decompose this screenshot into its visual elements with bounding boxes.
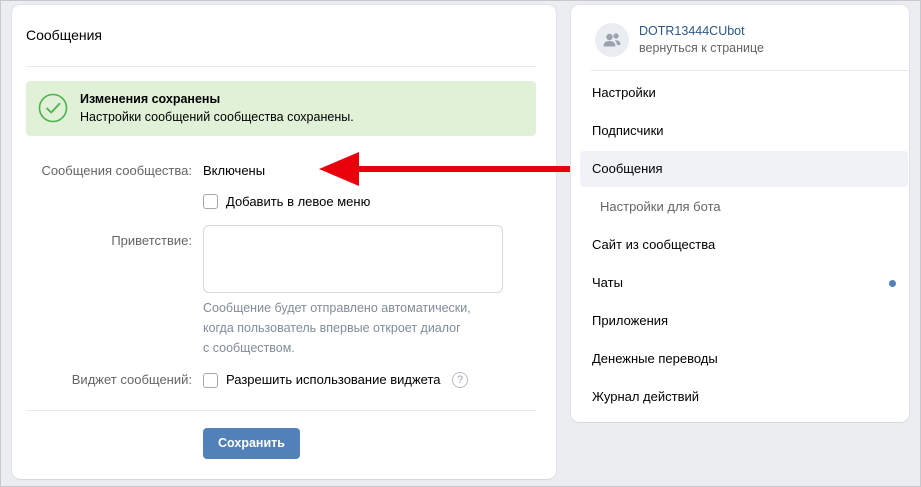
sidebar-item-action-log[interactable]: Журнал действий [580, 379, 908, 415]
unread-dot-icon [889, 280, 896, 287]
sidebar-item-subscribers[interactable]: Подписчики [580, 113, 908, 149]
divider [26, 410, 536, 411]
allow-widget-label[interactable]: Разрешить использование виджета [226, 372, 440, 387]
sidebar-item-label: Чаты [592, 275, 623, 290]
add-left-menu-checkbox[interactable] [203, 194, 218, 209]
greeting-label: Приветствие: [111, 233, 192, 248]
add-left-menu-label[interactable]: Добавить в левое меню [226, 194, 370, 209]
page-title: Сообщения [26, 27, 102, 43]
sidebar-item-settings[interactable]: Настройки [580, 75, 908, 111]
greeting-hint-line: с сообществом. [203, 341, 295, 355]
alert-text: Настройки сообщений сообщества сохранены… [80, 110, 354, 124]
sidebar-item-bot-settings[interactable]: Настройки для бота [580, 189, 908, 225]
alert-title: Изменения сохранены [80, 92, 221, 106]
sidebar-item-messages[interactable]: Сообщения [580, 151, 908, 187]
widget-label: Виджет сообщений: [71, 372, 192, 387]
sidebar-item-money-transfers[interactable]: Денежные переводы [580, 341, 908, 377]
divider [591, 70, 909, 71]
users-icon[interactable] [595, 23, 629, 57]
messages-settings-card: Сообщения Изменения сохранены Настройки … [12, 5, 556, 479]
community-messages-status[interactable]: Включены [203, 163, 265, 178]
group-name-link[interactable]: DOTR13444CUbot [639, 24, 745, 38]
sidebar-item-chats[interactable]: Чаты [580, 265, 908, 301]
back-to-page-link[interactable]: вернуться к странице [639, 41, 764, 55]
greeting-hint-line: Сообщение будет отправлено автоматически… [203, 301, 471, 315]
question-icon[interactable]: ? [452, 372, 468, 388]
divider [26, 66, 536, 67]
sidebar-item-apps[interactable]: Приложения [580, 303, 908, 339]
community-messages-label: Сообщения сообщества: [41, 163, 192, 178]
arrow-left-annotation [319, 152, 581, 186]
greeting-hint: Сообщение будет отправлено автоматически… [203, 298, 503, 358]
greeting-hint-line: когда пользователь впервые откроет диало… [203, 321, 461, 335]
sidebar-item-community-site[interactable]: Сайт из сообщества [580, 227, 908, 263]
greeting-textarea[interactable] [203, 225, 503, 293]
check-circle-icon [38, 93, 68, 123]
allow-widget-checkbox[interactable] [203, 373, 218, 388]
sidebar-menu: DOTR13444CUbot вернуться к странице Наст… [571, 5, 909, 422]
save-button[interactable]: Сохранить [203, 428, 300, 459]
success-alert: Изменения сохранены Настройки сообщений … [26, 81, 536, 136]
